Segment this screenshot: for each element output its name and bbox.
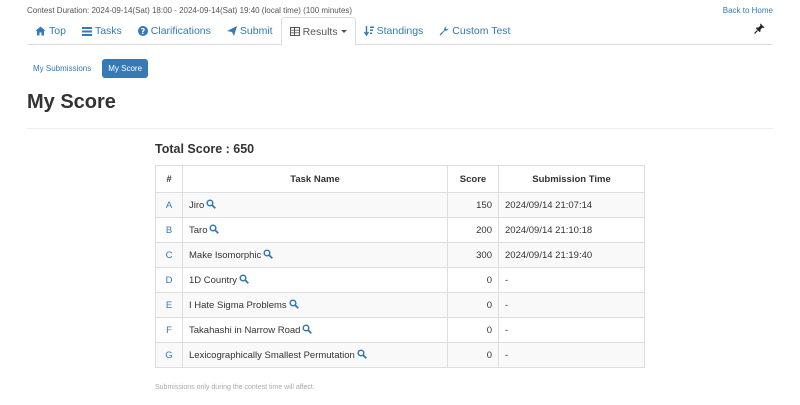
- table-row: C Make Isomorphic 300 2024/09/14 21:19:40: [155, 242, 645, 268]
- my-score-tab[interactable]: My Score: [102, 59, 149, 78]
- list-icon: [81, 26, 92, 36]
- search-icon[interactable]: [239, 273, 249, 287]
- nav-top[interactable]: Top: [27, 17, 74, 45]
- task-name-cell: Taro: [182, 217, 448, 243]
- search-icon[interactable]: [206, 198, 217, 212]
- back-to-home-link[interactable]: Back to Home: [723, 5, 773, 17]
- task-letter-cell: G: [155, 342, 183, 368]
- task-name: Lexicographically Smallest Permutation: [189, 349, 355, 361]
- task-letter-cell: C: [155, 242, 183, 268]
- my-submissions-tab[interactable]: My Submissions: [27, 59, 97, 78]
- contest-info-bar: Contest Duration: 2024-09-14(Sat) 18:00 …: [27, 5, 773, 17]
- task-name-cell: Lexicographically Smallest Permutation: [182, 342, 448, 368]
- task-name-cell: Jiro: [182, 192, 448, 218]
- task-name: I Hate Sigma Problems: [189, 299, 287, 311]
- nav-submit[interactable]: Submit: [219, 17, 281, 45]
- task-name-cell: 1D Country: [182, 267, 448, 293]
- submission-time-cell: 2024/09/14 21:19:40: [498, 242, 645, 268]
- task-letter-link[interactable]: B: [166, 225, 172, 236]
- wrench-icon: [439, 26, 449, 36]
- nav-standings[interactable]: Standings: [356, 17, 432, 45]
- search-icon[interactable]: [289, 298, 299, 312]
- question-circle-icon: ?: [137, 26, 148, 36]
- header-score: Score: [447, 165, 499, 193]
- sort-icon: [363, 26, 374, 36]
- nav-submit-label: Submit: [239, 25, 273, 37]
- task-letter-cell: A: [155, 192, 183, 218]
- table-header-row: # Task Name Score Submission Time: [155, 165, 645, 193]
- nav-custom-test[interactable]: Custom Test: [431, 17, 518, 45]
- submission-time-cell: -: [498, 292, 645, 318]
- nav-clarifications-label: Clarifications: [150, 25, 211, 37]
- task-letter-link[interactable]: E: [166, 300, 172, 311]
- submission-time-cell: 2024/09/14 21:10:18: [498, 217, 645, 243]
- task-letter-link[interactable]: F: [166, 325, 172, 336]
- submission-time-cell: 2024/09/14 21:07:14: [498, 192, 645, 218]
- nav-custom-test-label: Custom Test: [452, 25, 511, 37]
- search-icon[interactable]: [357, 348, 367, 362]
- nav-top-label: Top: [49, 25, 66, 37]
- caret-down-icon: [340, 30, 347, 33]
- page-title: My Score: [27, 91, 116, 113]
- results-subnav: My Submissions My Score: [27, 59, 153, 78]
- table-row: B Taro 200 2024/09/14 21:10:18: [155, 217, 645, 243]
- search-icon[interactable]: [263, 248, 274, 262]
- score-table: # Task Name Score Submission Time A Jiro 1…: [155, 165, 645, 368]
- table-row: A Jiro 150 2024/09/14 21:07:14: [155, 192, 645, 218]
- svg-text:?: ?: [140, 27, 145, 36]
- task-letter-cell: F: [155, 317, 183, 343]
- header-number: #: [155, 165, 183, 193]
- score-cell: 150: [447, 192, 499, 218]
- header-task-name: Task Name: [182, 165, 448, 193]
- task-name-cell: I Hate Sigma Problems: [182, 292, 448, 318]
- send-icon: [226, 26, 237, 36]
- score-cell: 200: [447, 217, 499, 243]
- task-name: Taro: [189, 224, 208, 236]
- total-score: Total Score : 650: [155, 142, 255, 156]
- nav-results[interactable]: Results: [280, 17, 356, 46]
- task-letter-link[interactable]: A: [166, 200, 172, 211]
- pushpin-icon[interactable]: [754, 23, 765, 37]
- submission-time-cell: -: [498, 267, 645, 293]
- contest-duration: Contest Duration: 2024-09-14(Sat) 18:00 …: [27, 6, 353, 15]
- task-name: 1D Country: [189, 274, 238, 286]
- task-letter-cell: B: [155, 217, 183, 243]
- score-cell: 0: [447, 342, 499, 368]
- task-letter-link[interactable]: D: [166, 275, 173, 286]
- search-icon[interactable]: [209, 223, 220, 237]
- score-cell: 0: [447, 317, 499, 343]
- submission-time-cell: -: [498, 342, 645, 368]
- task-letter-cell: E: [155, 292, 183, 318]
- nav-tasks-label: Tasks: [94, 25, 122, 37]
- task-name-cell: Takahashi in Narrow Road: [182, 317, 448, 343]
- score-cell: 0: [447, 267, 499, 293]
- table-row: E I Hate Sigma Problems 0-: [155, 292, 645, 318]
- nav-clarifications[interactable]: ? Clarifications: [130, 17, 219, 45]
- divider: [27, 128, 773, 129]
- table-row: D 1D Country 0-: [155, 267, 645, 293]
- score-cell: 0: [447, 292, 499, 318]
- contest-nav: Top Tasks ? Clarifications Submit Result…: [27, 17, 773, 46]
- home-icon: [35, 26, 46, 36]
- nav-tasks[interactable]: Tasks: [74, 17, 130, 45]
- score-cell: 300: [447, 242, 499, 268]
- header-submission-time: Submission Time: [498, 165, 645, 193]
- task-letter-cell: D: [155, 267, 183, 293]
- table-row: F Takahashi in Narrow Road 0-: [155, 317, 645, 343]
- task-name: Make Isomorphic: [189, 249, 262, 261]
- task-name-cell: Make Isomorphic: [182, 242, 448, 268]
- task-name: Takahashi in Narrow Road: [189, 324, 301, 336]
- footer-note: Submissions only during the contest time…: [155, 384, 315, 391]
- table-icon: [289, 27, 300, 36]
- task-name: Jiro: [189, 199, 205, 211]
- table-row: G Lexicographically Smallest Permutation 0…: [155, 342, 645, 368]
- submission-time-cell: -: [498, 317, 645, 343]
- search-icon[interactable]: [302, 323, 313, 337]
- task-letter-link[interactable]: C: [166, 250, 173, 261]
- nav-standings-label: Standings: [376, 25, 424, 37]
- nav-results-label: Results: [302, 25, 338, 38]
- task-letter-link[interactable]: G: [165, 350, 172, 361]
